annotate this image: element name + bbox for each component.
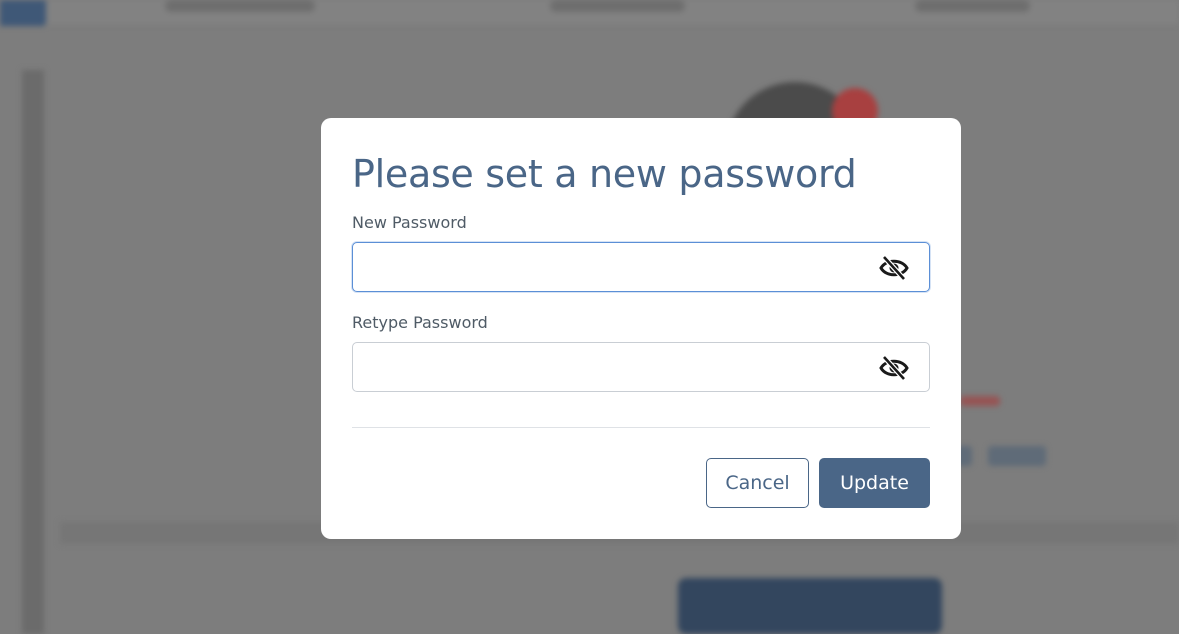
retype-password-field-wrapper (352, 342, 930, 392)
eye-slash-icon (879, 255, 909, 281)
background-nav-item (165, 0, 315, 12)
background-nav-item (550, 0, 685, 12)
show-retype-password-button[interactable] (879, 355, 909, 381)
background-text (960, 396, 1000, 406)
new-password-label: New Password (352, 213, 467, 232)
new-password-input[interactable] (353, 243, 853, 291)
background-sidebar (22, 70, 44, 634)
background-nav-item (915, 0, 1030, 12)
modal-title: Please set a new password (352, 152, 857, 196)
retype-password-input[interactable] (353, 343, 853, 391)
new-password-field-wrapper (352, 242, 930, 292)
background-button (678, 578, 942, 634)
eye-slash-icon (879, 355, 909, 381)
show-new-password-button[interactable] (879, 255, 909, 281)
background-text (988, 446, 1046, 466)
retype-password-label: Retype Password (352, 313, 488, 332)
update-button[interactable]: Update (819, 458, 930, 508)
set-password-modal: Please set a new password New Password R… (321, 118, 961, 539)
modal-footer-divider (352, 427, 930, 428)
cancel-button[interactable]: Cancel (706, 458, 809, 508)
background-active-tab (0, 0, 46, 26)
